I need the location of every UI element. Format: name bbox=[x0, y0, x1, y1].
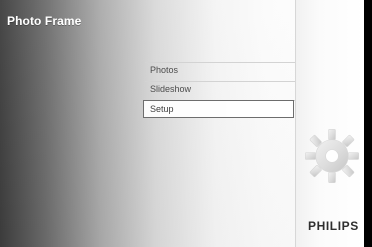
screen-edge bbox=[364, 0, 372, 247]
menu-item-slideshow[interactable]: Slideshow bbox=[150, 85, 191, 94]
gear-icon bbox=[305, 129, 359, 183]
brand-logo: PHILIPS bbox=[308, 219, 359, 233]
app-title: Photo Frame bbox=[7, 14, 82, 28]
menu-item-label: Setup bbox=[150, 104, 174, 114]
menu-item-setup[interactable]: Setup bbox=[143, 100, 294, 118]
photo-frame-screen: Photo Frame Photos Slideshow Setup PHILI… bbox=[0, 0, 372, 247]
menu-divider bbox=[145, 62, 295, 63]
right-panel bbox=[295, 0, 365, 247]
menu-item-photos[interactable]: Photos bbox=[150, 66, 178, 75]
menu-divider bbox=[145, 81, 295, 82]
